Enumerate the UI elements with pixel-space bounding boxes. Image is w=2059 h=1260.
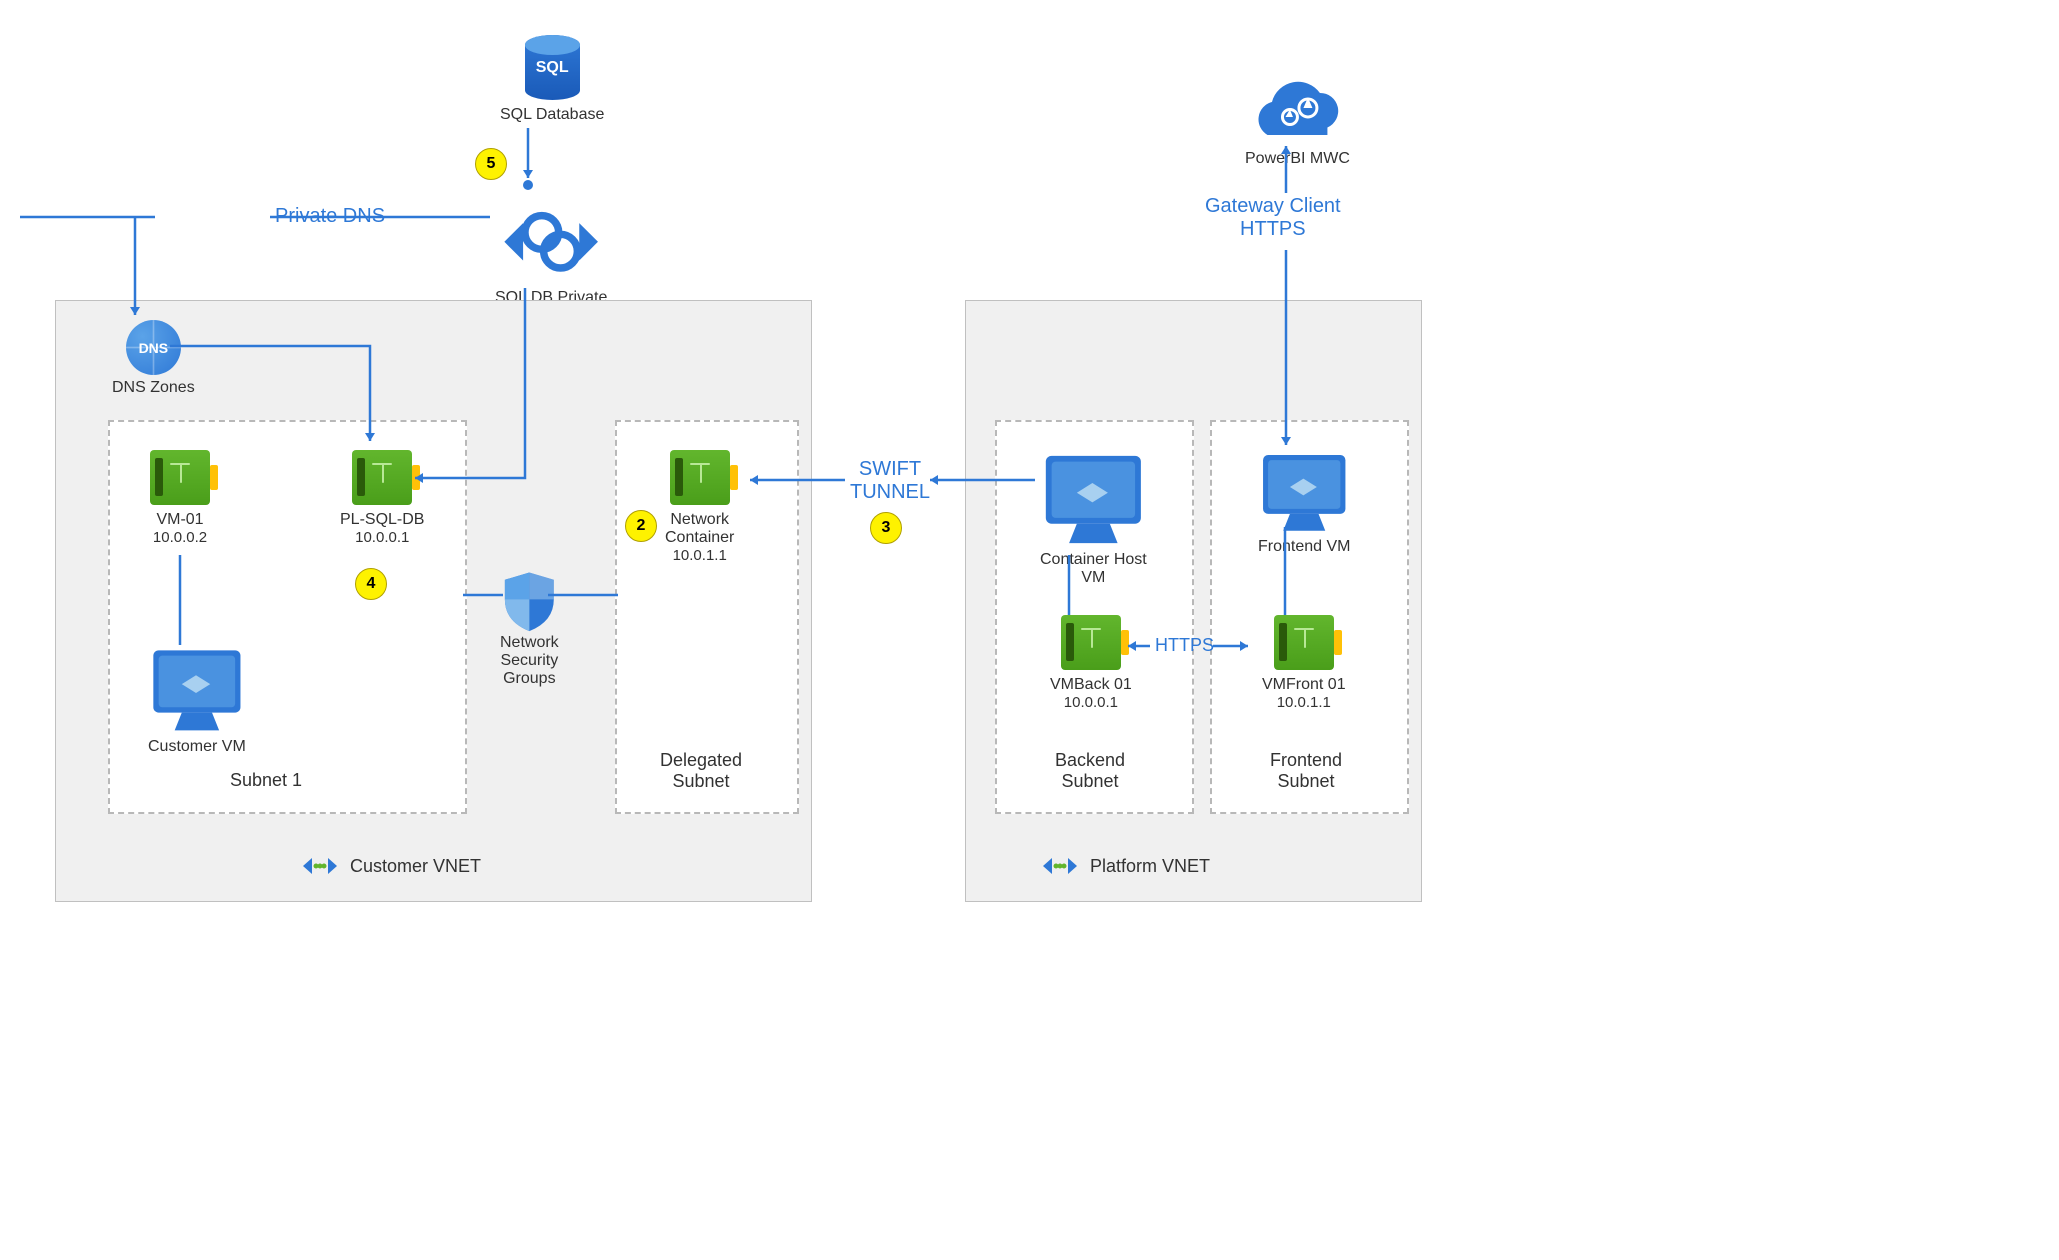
customer-vnet-label: Customer VNET	[350, 856, 481, 877]
arrow-swift-left	[740, 470, 850, 490]
network-container-name: Network Container	[665, 511, 734, 547]
badge-5: 5	[475, 148, 507, 180]
powerbi-cloud-icon: PowerBI MWC	[1245, 75, 1350, 168]
frontend-vm-icon: Frontend VM	[1258, 450, 1350, 556]
backend-subnet-label: Backend Subnet	[1055, 750, 1125, 792]
https-label: HTTPS	[1155, 635, 1214, 656]
vm01-name: VM-01	[156, 511, 203, 529]
vmback01-ip: 10.0.0.1	[1064, 694, 1118, 711]
architecture-diagram: SQL SQL Database SQL DB Private Link 5 P…	[20, 20, 1480, 940]
frontend-vm-label: Frontend VM	[1258, 538, 1350, 556]
plsqldb-name: PL-SQL-DB	[340, 511, 424, 529]
platform-vnet-label-box: Platform VNET	[1040, 854, 1210, 879]
vmback01-name: VMBack 01	[1050, 676, 1132, 694]
customer-vnet-label-box: Customer VNET	[300, 854, 481, 879]
delegated-subnet-label: Delegated Subnet	[660, 750, 742, 792]
arrow-hostvm-to-vmback	[1064, 555, 1074, 615]
subnet1-label: Subnet 1	[230, 770, 302, 791]
vnet-icon	[1040, 854, 1080, 879]
plsqldb-ip: 10.0.0.1	[355, 529, 409, 546]
arrow-https-left	[1120, 638, 1155, 654]
badge-4: 4	[355, 568, 387, 600]
arrow-gateway-up	[1278, 138, 1294, 198]
vmback01-icon: VMBack 01 10.0.0.1	[1050, 615, 1132, 711]
arrow-link-to-plsql	[405, 288, 535, 488]
vm01-ip: 10.0.0.2	[153, 529, 207, 546]
platform-vnet-label: Platform VNET	[1090, 856, 1210, 877]
badge-2: 2	[625, 510, 657, 542]
sql-database-label: SQL Database	[500, 106, 604, 124]
swift-tunnel-label: SWIFT TUNNEL	[850, 458, 930, 504]
arrow-nsg-right	[548, 590, 618, 600]
arrow-vm01-to-customervm	[175, 555, 185, 645]
container-host-vm-icon: Container Host VM	[1040, 450, 1147, 587]
sql-database-icon: SQL SQL Database	[500, 35, 604, 124]
network-container-ip: 10.0.1.1	[673, 547, 727, 564]
nsg-label: Network Security Groups	[500, 634, 559, 688]
customer-vm-label: Customer VM	[148, 738, 246, 756]
container-host-vm-label: Container Host VM	[1040, 551, 1147, 587]
nsg-icon: Network Security Groups	[500, 570, 559, 688]
arrow-frontendvm-to-vmfront	[1280, 527, 1290, 615]
gateway-client-label: Gateway Client HTTPS	[1205, 195, 1341, 241]
frontend-subnet-label: Frontend Subnet	[1270, 750, 1342, 792]
vmfront01-ip: 10.0.1.1	[1277, 694, 1331, 711]
vnet-icon	[300, 854, 340, 879]
powerbi-label: PowerBI MWC	[1245, 150, 1350, 168]
arrow-dns-to-plsql	[170, 346, 380, 486]
vmfront01-icon: VMFront 01 10.0.1.1	[1262, 615, 1346, 711]
arrow-sql-to-link	[523, 128, 533, 193]
network-container-icon: Network Container 10.0.1.1	[665, 450, 734, 564]
badge-3: 3	[870, 512, 902, 544]
vmfront01-name: VMFront 01	[1262, 676, 1346, 694]
arrow-privatedns-bend	[135, 205, 160, 225]
arrow-swift-right	[930, 470, 1040, 490]
customer-vm-icon: Customer VM	[148, 645, 246, 756]
arrow-nsg-left	[463, 590, 503, 600]
arrow-gateway-down	[1278, 250, 1294, 450]
arrow-https-right	[1213, 638, 1258, 654]
